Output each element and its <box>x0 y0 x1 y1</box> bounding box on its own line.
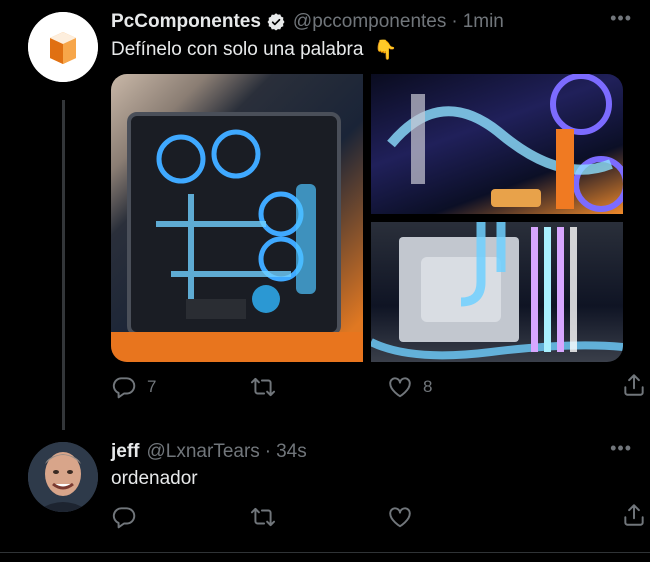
timestamp[interactable]: 1min <box>463 11 504 33</box>
retweet-icon <box>250 377 276 397</box>
media-image-1[interactable] <box>111 74 363 362</box>
tweet-text: Defínelo con solo una palabra 👇 <box>111 38 397 62</box>
avatar[interactable] <box>28 442 98 512</box>
media-image-3[interactable] <box>371 222 623 362</box>
timestamp[interactable]: 34s <box>276 441 307 463</box>
author-handle[interactable]: @LxnarTears <box>147 441 260 463</box>
like-button[interactable]: 8 <box>387 374 525 400</box>
tweet-body: Defínelo con solo una palabra <box>111 39 364 60</box>
tweet-actions <box>111 502 644 532</box>
reply-icon <box>112 507 136 529</box>
retweet-button[interactable] <box>249 504 387 530</box>
author-name[interactable]: PcComponentes <box>111 11 261 33</box>
like-button[interactable] <box>387 504 525 530</box>
tweet-header: jeff @LxnarTears · 34s <box>111 438 630 466</box>
verified-badge-icon <box>266 12 286 32</box>
more-options-icon[interactable]: ••• <box>610 8 632 29</box>
tweet-body: ordenador <box>111 468 198 489</box>
retweet-button[interactable] <box>249 374 387 400</box>
media-grid <box>111 74 623 362</box>
reply-tweet[interactable]: jeff @LxnarTears · 34s ••• ordenador <box>0 430 650 555</box>
media-image-2[interactable] <box>371 74 623 214</box>
heart-icon <box>389 507 411 528</box>
tweet-header: PcComponentes @pccomponentes · 1min <box>111 8 630 36</box>
separator-dot: · <box>264 441 272 462</box>
heart-icon <box>389 377 411 398</box>
avatar[interactable] <box>28 12 98 82</box>
tweet-text: ordenador <box>111 468 198 490</box>
tweet[interactable]: PcComponentes @pccomponentes · 1min ••• … <box>0 0 650 430</box>
retweet-icon <box>250 507 276 527</box>
like-count: 8 <box>423 377 433 396</box>
author-handle[interactable]: @pccomponentes <box>293 11 446 33</box>
reply-button[interactable]: 7 <box>111 374 249 400</box>
reply-count: 7 <box>147 377 157 396</box>
reply-button[interactable] <box>111 504 249 530</box>
share-icon <box>624 504 644 526</box>
share-button[interactable] <box>621 502 647 533</box>
tweet-actions: 7 8 <box>111 372 644 402</box>
share-button[interactable] <box>621 372 647 403</box>
pointing-down-emoji: 👇 <box>373 40 398 61</box>
author-name[interactable]: jeff <box>111 441 140 463</box>
reply-icon <box>112 377 136 399</box>
more-options-icon[interactable]: ••• <box>610 438 632 459</box>
user-avatar-icon <box>28 442 98 512</box>
pccomponentes-logo-icon <box>28 12 98 82</box>
thread-line <box>62 100 65 430</box>
separator-dot: · <box>451 11 458 32</box>
share-icon <box>624 374 644 396</box>
divider <box>0 552 650 553</box>
